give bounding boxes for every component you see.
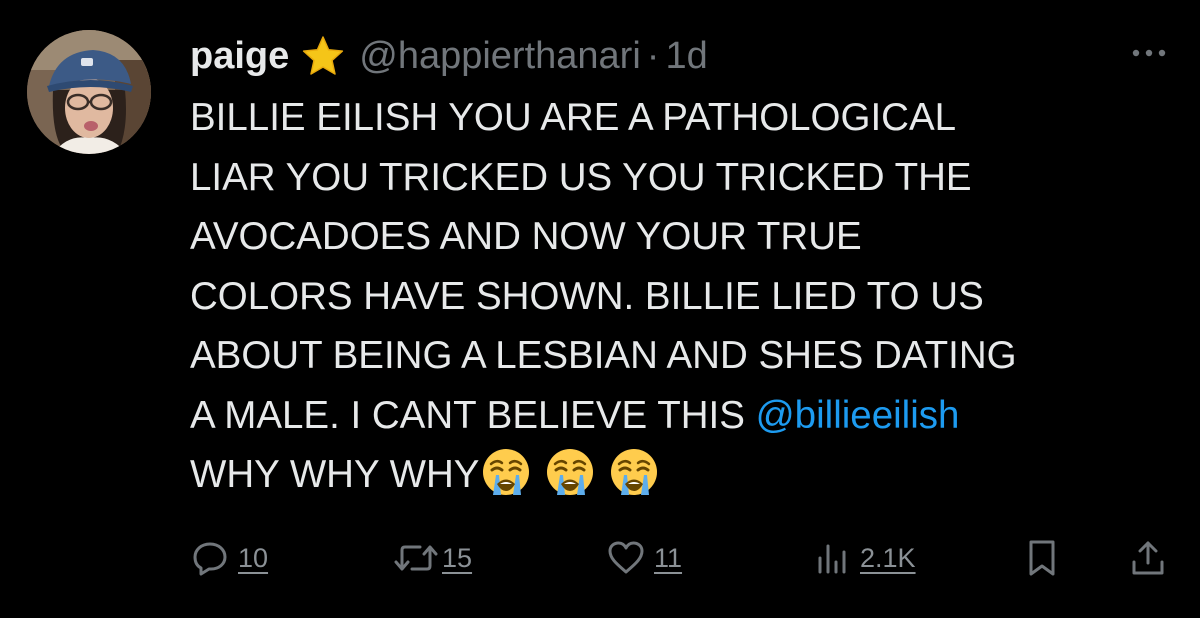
tweet[interactable]: paige @happierthanari · 1d BILLIE EILISH… — [0, 0, 1200, 618]
action-bar: 10 15 11 2.1K — [0, 538, 1200, 578]
repost-icon — [394, 538, 438, 578]
loudly-crying-face-emoji — [609, 447, 659, 497]
tweet-header: paige @happierthanari · 1d — [190, 28, 708, 84]
star-icon — [301, 34, 345, 78]
tweet-text: BILLIE EILISH YOU ARE A PATHOLOGICAL LIA… — [190, 88, 1190, 505]
tweet-line: ABOUT BEING A LESBIAN AND SHES DATING — [190, 334, 1017, 377]
tweet-line: A MALE. I CANT BELIEVE THIS — [190, 393, 756, 437]
loudly-crying-face-emoji — [545, 447, 595, 497]
reply-icon — [190, 538, 230, 578]
bookmark-icon — [1022, 538, 1062, 578]
avatar-image — [27, 30, 151, 154]
views-chart-icon — [812, 538, 852, 578]
tweet-line: AVOCADOES AND NOW YOUR TRUE — [190, 215, 862, 258]
user-handle[interactable]: @happierthanari — [359, 35, 641, 78]
more-horizontal-icon[interactable] — [1128, 38, 1172, 68]
tweet-line: LIAR YOU TRICKED US YOU TRICKED THE — [190, 155, 972, 199]
loudly-crying-face-emoji — [481, 447, 531, 497]
views-count: 2.1K — [860, 542, 916, 573]
timestamp[interactable]: 1d — [665, 35, 707, 78]
repost-count: 15 — [442, 542, 473, 573]
views-button[interactable]: 2.1K — [812, 538, 916, 578]
mention-link[interactable]: @billieeilish — [756, 394, 960, 437]
repost-button[interactable]: 15 — [394, 538, 472, 578]
tweet-line: COLORS HAVE SHOWN. BILLIE LIED TO US — [190, 274, 984, 318]
bookmark-button[interactable] — [1022, 538, 1062, 578]
tweet-line: BILLIE EILISH YOU ARE A PATHOLOGICAL — [190, 96, 957, 139]
like-button[interactable]: 11 — [606, 538, 682, 578]
share-icon — [1128, 538, 1168, 578]
reply-button[interactable]: 10 — [190, 538, 268, 578]
tweet-line: WHY WHY WHY — [190, 453, 480, 496]
like-count: 11 — [654, 542, 683, 573]
separator-dot: · — [646, 34, 660, 77]
reply-count: 10 — [238, 542, 269, 573]
display-name[interactable]: paige — [190, 35, 289, 78]
heart-icon — [606, 538, 646, 578]
avatar[interactable] — [27, 30, 151, 154]
share-button[interactable] — [1128, 538, 1168, 578]
